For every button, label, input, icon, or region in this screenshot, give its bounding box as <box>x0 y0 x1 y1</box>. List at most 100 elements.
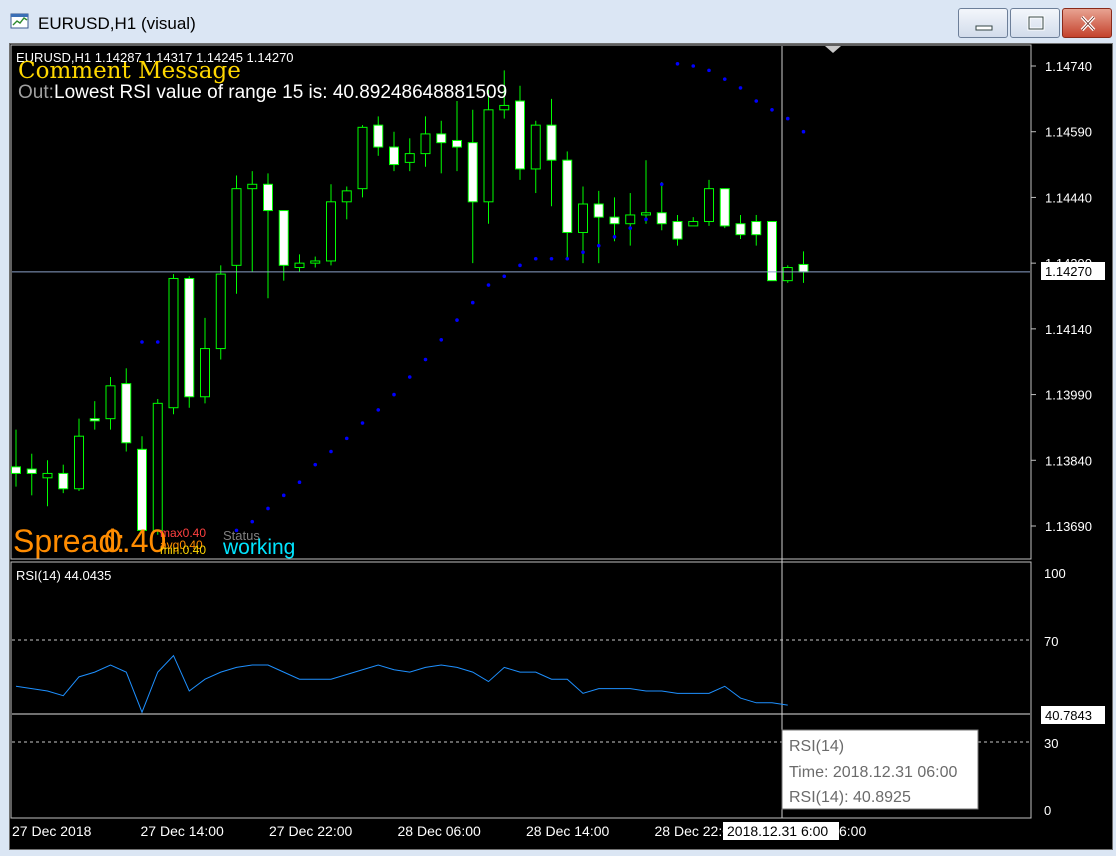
candle-body <box>152 402 163 531</box>
sar-point <box>486 283 491 287</box>
candle-body <box>89 418 100 422</box>
close-button[interactable] <box>1062 8 1112 38</box>
chart-window-icon <box>10 13 29 29</box>
comment-line: Lowest RSI value of range 15 is: 40.8924… <box>54 82 507 103</box>
sar-point <box>596 243 601 248</box>
sar-point <box>770 108 774 112</box>
candle-body <box>105 385 116 420</box>
candle-body <box>562 159 573 233</box>
rsi-crosshair-value: 40.7843 <box>1045 708 1092 723</box>
time-tick-label: 27 Dec 14:00 <box>141 823 224 839</box>
sar-point <box>533 256 538 261</box>
rsi-axis-30: 30 <box>1044 736 1058 751</box>
candle-body <box>389 146 399 166</box>
tooltip-time: Time: 2018.12.31 06:00 <box>789 764 958 781</box>
candle-body <box>247 183 258 190</box>
comment-prefix: Out: <box>18 82 54 103</box>
sar-point <box>297 480 302 484</box>
candlestick-series <box>11 70 809 535</box>
chart-canvas[interactable]: 1.147401.145901.144401.142901.141401.139… <box>10 44 1112 849</box>
sar-point <box>628 226 633 230</box>
sar-point <box>313 462 318 467</box>
candle-body <box>278 210 289 266</box>
candle-body <box>452 139 462 148</box>
sar-point <box>754 99 759 103</box>
maximize-button[interactable] <box>1010 8 1060 38</box>
candle-body <box>137 448 147 531</box>
sar-point <box>785 116 790 121</box>
tooltip-name: RSI(14) <box>789 738 844 755</box>
price-tick-label: 1.13690 <box>1045 519 1092 534</box>
candle-body <box>672 221 683 240</box>
price-tick-label: 1.14590 <box>1045 125 1092 140</box>
sar-point <box>344 436 349 441</box>
sar-point <box>455 318 459 322</box>
candle-body <box>11 466 21 474</box>
sar-point <box>722 77 727 81</box>
price-tick-label: 1.14440 <box>1045 190 1092 205</box>
candle-body <box>751 221 762 236</box>
candle-body <box>326 201 336 262</box>
candle-body <box>656 212 667 225</box>
time-tick-label: 28 Dec 14:00 <box>526 823 609 839</box>
terminal-window: EURUSD,H1 (visual) 1.14740 1.14590 1.14440… <box>0 0 1116 856</box>
sar-point <box>439 338 444 342</box>
candle-body <box>373 124 384 148</box>
chart-area[interactable]: 1.147401.145901.144401.142901.141401.139… <box>9 43 1113 850</box>
sar-point <box>565 256 570 261</box>
candle-body <box>231 188 242 266</box>
candle-body <box>609 216 620 225</box>
sar-point <box>281 493 286 498</box>
rsi-tooltip: RSI(14) Time: 2018.12.31 06:00 RSI(14): … <box>781 729 979 810</box>
sar-point <box>423 357 428 362</box>
sar-point <box>675 62 680 66</box>
sar-point <box>392 392 396 397</box>
candle-body <box>704 188 714 223</box>
sar-point <box>360 421 365 425</box>
window-title: EURUSD,H1 (visual) <box>38 14 196 33</box>
candle-body <box>719 188 730 227</box>
sar-point <box>659 182 664 187</box>
price-tick-label: 1.13840 <box>1045 453 1092 468</box>
sar-point <box>140 340 144 344</box>
candle-body <box>688 221 699 227</box>
tooltip-value: RSI(14): 40.8925 <box>789 789 911 806</box>
sar-point <box>407 375 412 379</box>
time-crosshair-label: 2018.12.31 6:00 <box>727 823 828 839</box>
time-tick-label: 27 Dec 22:00 <box>269 823 352 839</box>
status-value: working <box>222 536 295 559</box>
candle-body <box>546 124 557 161</box>
candle-body <box>341 190 352 203</box>
sar-point <box>801 129 806 134</box>
close-icon <box>1080 15 1096 32</box>
sar-point <box>738 86 743 90</box>
candle-body <box>26 468 37 474</box>
time-axis-fragment: 6:00 <box>839 823 866 839</box>
sar-point <box>376 408 381 412</box>
rsi-axis-100: 100 <box>1044 566 1066 581</box>
sar-point <box>470 300 475 305</box>
sar-point <box>581 250 585 254</box>
candle-body <box>782 267 793 282</box>
price-tick-label: 1.14140 <box>1045 322 1092 337</box>
shift-marker-icon[interactable] <box>825 46 841 53</box>
spread-value: 0.40 <box>104 523 166 559</box>
minimize-button[interactable] <box>958 8 1008 38</box>
candle-body <box>625 214 636 225</box>
candle-body <box>58 472 69 490</box>
title-bar[interactable]: EURUSD,H1 (visual) <box>0 0 1116 44</box>
candle-body <box>357 126 368 190</box>
candle-body <box>420 133 431 155</box>
maximize-icon <box>1027 15 1045 31</box>
spread-min: min:0.40 <box>160 543 206 557</box>
price-tick-label: 1.13990 <box>1045 388 1092 403</box>
sar-point <box>707 68 711 73</box>
candle-body <box>578 203 588 233</box>
sar-point <box>155 340 160 344</box>
candle-body <box>530 124 541 170</box>
price-tick-label: 1.14740 <box>1045 59 1092 74</box>
minimize-icon <box>975 25 993 31</box>
rsi-line <box>15 654 788 714</box>
candle-body <box>168 277 179 409</box>
candle-body <box>200 348 210 398</box>
